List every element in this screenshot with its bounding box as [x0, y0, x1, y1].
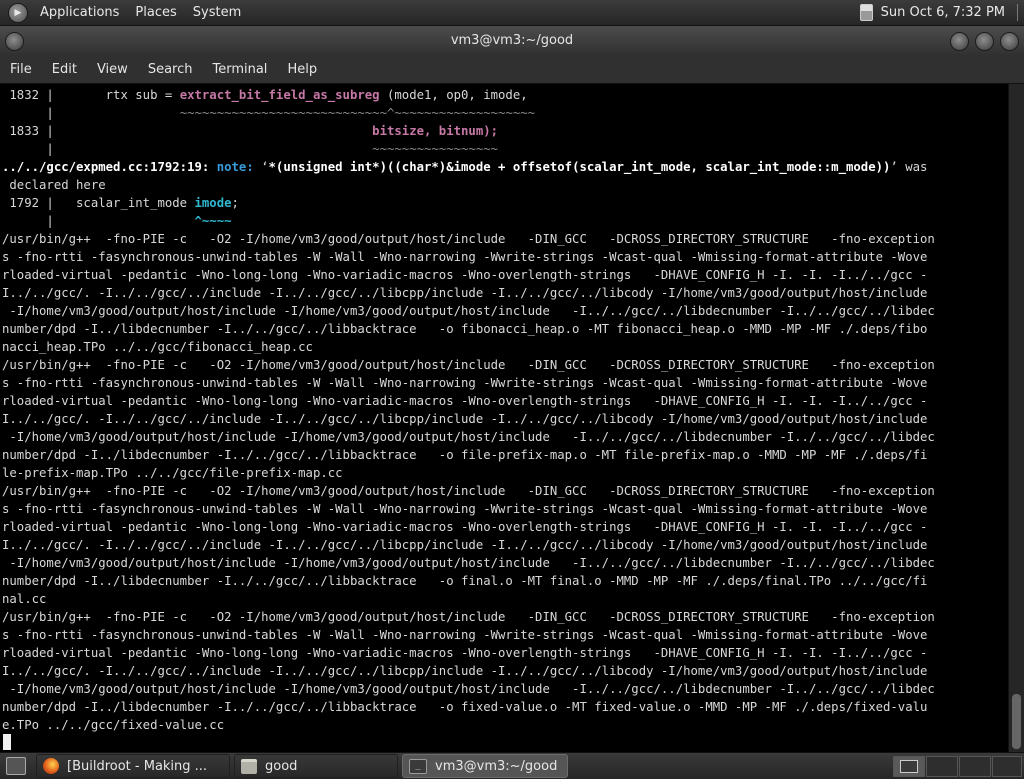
- distro-logo-icon[interactable]: ▶: [8, 2, 28, 23]
- menu-help[interactable]: Help: [277, 62, 327, 77]
- terminal-icon: _: [409, 758, 427, 774]
- terminal-line: /usr/bin/g++ -fno-PIE -c -O2 -I/home/vm3…: [2, 484, 935, 498]
- terminal-line: /usr/bin/g++ -fno-PIE -c -O2 -I/home/vm3…: [2, 232, 935, 246]
- terminal-line: ../../gcc/expmed.cc:1792:19: note: ‘*(un…: [2, 160, 928, 174]
- terminal-line: rloaded-virtual -pedantic -Wno-long-long…: [2, 394, 928, 408]
- menu-edit[interactable]: Edit: [42, 62, 87, 77]
- workspace-4[interactable]: [992, 756, 1022, 777]
- task-label: [Buildroot - Making ...: [67, 758, 208, 774]
- menu-bar: File Edit View Search Terminal Help: [0, 56, 1024, 84]
- task-browser[interactable]: [Buildroot - Making ...: [36, 754, 230, 778]
- workspace-1[interactable]: [893, 756, 925, 777]
- terminal-line: number/dpd -I../libdecnumber -I../../gcc…: [2, 700, 928, 714]
- terminal-scrollbar[interactable]: [1008, 84, 1024, 752]
- show-desktop-icon[interactable]: [6, 757, 26, 775]
- minimize-button[interactable]: [950, 32, 969, 51]
- terminal-line: I../../gcc/. -I../../gcc/../include -I..…: [2, 538, 928, 552]
- terminal-line: -I/home/vm3/good/output/host/include -I/…: [2, 682, 935, 696]
- task-label: vm3@vm3:~/good: [435, 758, 558, 774]
- text-cursor: [3, 734, 11, 750]
- terminal-line: | ^~~~~: [2, 214, 232, 228]
- terminal-line: /usr/bin/g++ -fno-PIE -c -O2 -I/home/vm3…: [2, 358, 935, 372]
- terminal-line: nal.cc: [2, 592, 47, 606]
- maximize-button[interactable]: [975, 32, 994, 51]
- terminal-output[interactable]: 1832 | rtx sub = extract_bit_field_as_su…: [0, 84, 1008, 752]
- terminal-line: /usr/bin/g++ -fno-PIE -c -O2 -I/home/vm3…: [2, 610, 935, 624]
- window-menu-button[interactable]: [5, 32, 24, 51]
- task-file-manager[interactable]: good: [234, 754, 398, 778]
- terminal-line: rloaded-virtual -pedantic -Wno-long-long…: [2, 520, 928, 534]
- terminal-line: | ~~~~~~~~~~~~~~~~~: [2, 142, 499, 156]
- workspace-2[interactable]: [926, 756, 958, 777]
- bottom-panel: [Buildroot - Making ... good _ vm3@vm3:~…: [0, 752, 1024, 779]
- top-panel: ▶ Applications Places System Sun Oct 6, …: [0, 0, 1024, 26]
- terminal-line: s -fno-rtti -fasynchronous-unwind-tables…: [2, 250, 928, 264]
- terminal-line: number/dpd -I../libdecnumber -I../../gcc…: [2, 574, 928, 588]
- scrollbar-thumb[interactable]: [1012, 694, 1021, 749]
- terminal-line: rloaded-virtual -pedantic -Wno-long-long…: [2, 268, 928, 282]
- close-button[interactable]: [1000, 32, 1019, 51]
- terminal-line: s -fno-rtti -fasynchronous-unwind-tables…: [2, 376, 928, 390]
- applications-menu[interactable]: Applications: [32, 5, 127, 20]
- terminal-line: I../../gcc/. -I../../gcc/../include -I..…: [2, 286, 928, 300]
- terminal-text: 1832 | rtx sub = extract_bit_field_as_su…: [0, 84, 1008, 734]
- firefox-icon: [43, 758, 59, 774]
- task-terminal[interactable]: _ vm3@vm3:~/good: [402, 754, 568, 778]
- terminal-line: number/dpd -I../libdecnumber -I../../gcc…: [2, 448, 928, 462]
- terminal-line: 1792 | scalar_int_mode imode;: [2, 196, 239, 210]
- terminal-line: number/dpd -I../libdecnumber -I../../gcc…: [2, 322, 928, 336]
- workspace-3[interactable]: [959, 756, 991, 777]
- terminal-line: 1833 | bitsize, bitnum);: [2, 124, 499, 138]
- terminal-line: le-prefix-map.TPo ../../gcc/file-prefix-…: [2, 466, 343, 480]
- menu-view[interactable]: View: [87, 62, 138, 77]
- terminal-line: 1832 | rtx sub = extract_bit_field_as_su…: [2, 88, 528, 102]
- terminal-line: -I/home/vm3/good/output/host/include -I/…: [2, 304, 935, 318]
- clipboard-icon[interactable]: [859, 4, 873, 21]
- task-label: good: [265, 758, 298, 774]
- folder-icon: [241, 758, 257, 774]
- system-menu[interactable]: System: [185, 5, 249, 20]
- menu-terminal[interactable]: Terminal: [202, 62, 277, 77]
- terminal-line: I../../gcc/. -I../../gcc/../include -I..…: [2, 412, 928, 426]
- terminal-line: declared here: [2, 178, 106, 192]
- terminal-line: | ~~~~~~~~~~~~~~~~~~~~~~~~~~~~^~~~~~~~~~…: [2, 106, 536, 120]
- workspace-window-preview: [900, 760, 918, 773]
- places-menu[interactable]: Places: [127, 5, 184, 20]
- clock[interactable]: Sun Oct 6, 7:32 PM: [881, 5, 1005, 20]
- terminal-line: I../../gcc/. -I../../gcc/../include -I..…: [2, 664, 928, 678]
- menu-file[interactable]: File: [0, 62, 42, 77]
- terminal-line: s -fno-rtti -fasynchronous-unwind-tables…: [2, 628, 928, 642]
- terminal-line: s -fno-rtti -fasynchronous-unwind-tables…: [2, 502, 928, 516]
- menu-search[interactable]: Search: [138, 62, 203, 77]
- panel-divider: [1017, 4, 1018, 21]
- window-titlebar[interactable]: vm3@vm3:~/good: [0, 26, 1024, 56]
- terminal-line: rloaded-virtual -pedantic -Wno-long-long…: [2, 646, 928, 660]
- terminal-line: nacci_heap.TPo ../../gcc/fibonacci_heap.…: [2, 340, 313, 354]
- terminal-line: e.TPo ../../gcc/fixed-value.cc: [2, 718, 225, 732]
- window-title: vm3@vm3:~/good: [450, 33, 574, 48]
- terminal-line: -I/home/vm3/good/output/host/include -I/…: [2, 556, 935, 570]
- terminal-line: -I/home/vm3/good/output/host/include -I/…: [2, 430, 935, 444]
